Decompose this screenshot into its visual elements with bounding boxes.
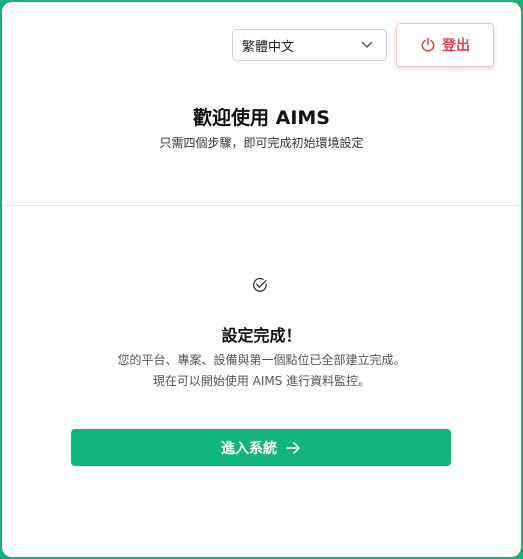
page-subtitle: 只需四個步驟，即可完成初始環境設定	[159, 136, 364, 150]
language-select[interactable]: 繁體中文	[232, 29, 387, 61]
language-select-value: 繁體中文	[242, 39, 295, 55]
enter-system-button[interactable]: 進入系統	[71, 429, 451, 466]
arrow-right-icon	[286, 441, 300, 454]
power-icon	[421, 37, 435, 52]
logout-button[interactable]: 登出	[396, 23, 494, 67]
enter-system-label: 進入系統	[221, 440, 277, 457]
completion-message-line1: 您的平台、專案、設備與第一個點位已全部建立完成。	[117, 353, 406, 367]
completion-title: 設定完成！	[221, 326, 302, 345]
check-circle-icon	[253, 277, 267, 292]
completion-message-line2: 現在可以開始使用 AIMS 進行資料監控。	[152, 374, 371, 388]
page-title: 歡迎使用 AIMS	[193, 107, 330, 129]
section-divider	[2, 205, 521, 206]
chevron-down-icon	[361, 41, 373, 48]
setup-wizard-card: 繁體中文 登出 歡迎使用 AIMS 只需四個步驟，即可完成初始環境設定 設定完成…	[2, 2, 521, 557]
logout-label: 登出	[442, 38, 470, 54]
